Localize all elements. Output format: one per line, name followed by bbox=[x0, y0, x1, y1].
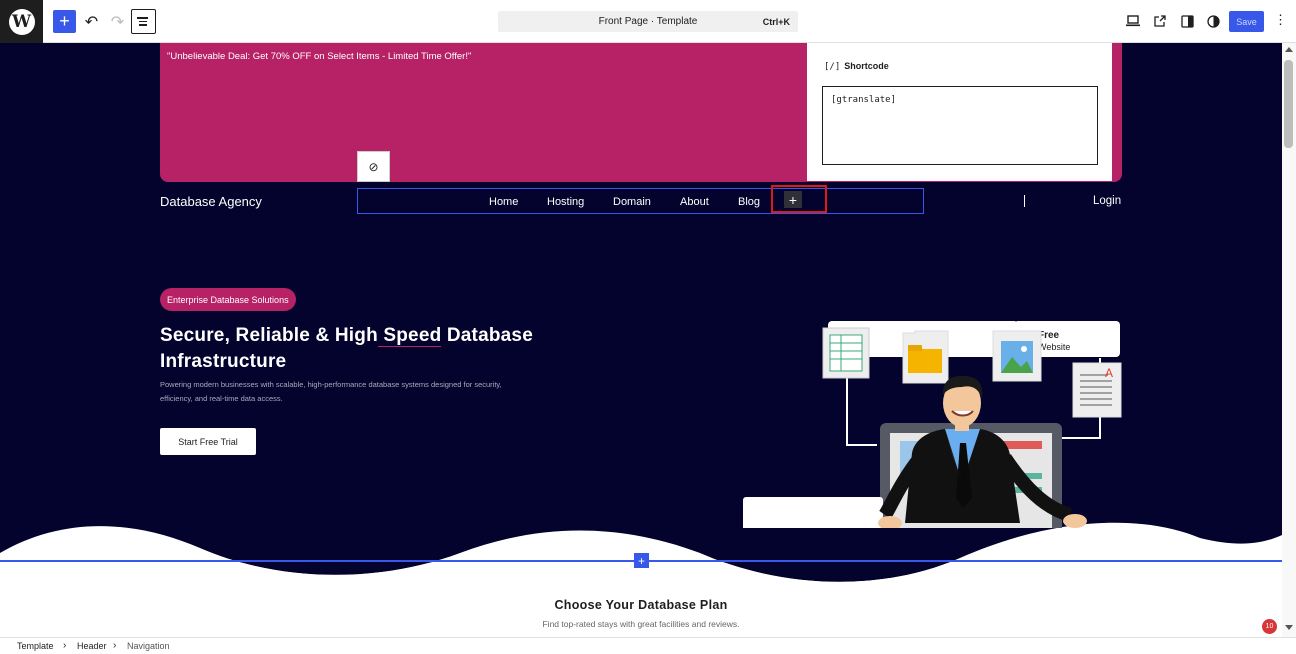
nav-item-home[interactable]: Home bbox=[489, 196, 518, 208]
shortcode-block[interactable]: [/] Shortcode [gtranslate] bbox=[807, 43, 1112, 181]
redo-icon: ↷ bbox=[110, 13, 125, 31]
navigation-block-toolbar-button[interactable]: ⊘ bbox=[357, 151, 390, 182]
list-view-icon-line bbox=[139, 20, 147, 23]
shortcode-icon: [/] bbox=[824, 62, 841, 72]
editor-toolbar: W + ↶ ↷ Front Page · Template Ctrl+K Sav… bbox=[0, 0, 1296, 43]
editor-canvas: "Unbelievable Deal: Get 70% OFF on Selec… bbox=[0, 43, 1282, 637]
add-block-between-button[interactable]: + bbox=[634, 553, 649, 568]
chevron-right-icon: › bbox=[63, 640, 67, 651]
hero-paragraph[interactable]: Powering modern businesses with scalable… bbox=[160, 378, 505, 406]
list-view-icon bbox=[137, 17, 148, 19]
plus-icon: + bbox=[788, 191, 798, 208]
compass-icon: ⊘ bbox=[368, 159, 379, 174]
navigation-block[interactable]: Home Hosting Domain About Blog bbox=[357, 188, 924, 214]
nav-item-blog[interactable]: Blog bbox=[738, 196, 760, 208]
breadcrumb-header[interactable]: Header bbox=[77, 641, 107, 651]
wordpress-icon: W bbox=[8, 8, 35, 35]
block-breadcrumb: Template › Header › Navigation bbox=[0, 637, 1296, 654]
laptop-icon bbox=[1126, 15, 1140, 27]
add-nav-item-button[interactable]: + bbox=[784, 191, 802, 208]
keyboard-shortcut: Ctrl+K bbox=[762, 16, 790, 27]
promo-banner[interactable]: "Unbelievable Deal: Get 70% OFF on Selec… bbox=[160, 43, 1122, 182]
undo-icon: ↶ bbox=[84, 13, 99, 31]
plans-heading[interactable]: Choose Your Database Plan bbox=[0, 598, 1282, 612]
nav-item-about[interactable]: About bbox=[680, 196, 709, 208]
hero-badge[interactable]: Enterprise Database Solutions bbox=[160, 288, 296, 311]
external-link-button[interactable] bbox=[1151, 12, 1169, 30]
settings-sidebar-button[interactable] bbox=[1178, 12, 1196, 30]
scroll-down-arrow[interactable] bbox=[1285, 625, 1293, 630]
svg-text:A: A bbox=[1105, 366, 1113, 380]
headline-text: Secure, Reliable & High bbox=[160, 325, 378, 346]
shortcode-label: [/] Shortcode bbox=[824, 61, 889, 72]
promo-text[interactable]: "Unbelievable Deal: Get 70% OFF on Selec… bbox=[167, 51, 471, 62]
nav-item-hosting[interactable]: Hosting bbox=[547, 196, 584, 208]
options-menu-button[interactable]: ⋮ bbox=[1274, 12, 1287, 30]
breadcrumb-navigation: Navigation bbox=[127, 641, 170, 651]
redo-button[interactable]: ↷ bbox=[106, 10, 129, 33]
hero-headline[interactable]: Secure, Reliable & High Speed Database I… bbox=[160, 323, 560, 375]
scroll-up-arrow[interactable] bbox=[1285, 47, 1293, 52]
shortcode-label-text: Shortcode bbox=[844, 61, 889, 71]
headline-highlight: Speed bbox=[377, 325, 442, 347]
document-title: Front Page · Template bbox=[598, 16, 698, 27]
login-link[interactable]: Login bbox=[1093, 195, 1121, 207]
document-overview-button[interactable] bbox=[131, 9, 156, 34]
canvas-scrollbar[interactable] bbox=[1282, 43, 1296, 637]
site-title[interactable]: Database Agency bbox=[160, 194, 262, 209]
save-button[interactable]: Save bbox=[1229, 11, 1264, 32]
styles-button[interactable] bbox=[1204, 12, 1222, 30]
add-nav-item-highlight: + bbox=[771, 185, 827, 213]
text-cursor bbox=[1024, 195, 1025, 207]
contrast-icon bbox=[1206, 14, 1220, 28]
shortcode-textarea[interactable]: [gtranslate] bbox=[822, 86, 1098, 165]
scrollbar-thumb[interactable] bbox=[1284, 60, 1293, 148]
block-inserter-button[interactable]: + bbox=[53, 10, 76, 33]
list-view-icon-line bbox=[139, 24, 147, 26]
more-vertical-icon: ⋮ bbox=[1274, 12, 1287, 27]
sidebar-icon bbox=[1180, 14, 1194, 28]
undo-button[interactable]: ↶ bbox=[80, 10, 103, 33]
headline-text: Infrastructure bbox=[160, 351, 287, 372]
wordpress-logo-button[interactable]: W bbox=[0, 0, 43, 43]
external-icon bbox=[1154, 15, 1166, 27]
headline-text: Database bbox=[441, 325, 533, 346]
hero-illustration[interactable]: Free Website A bbox=[740, 283, 1130, 528]
chevron-right-icon: › bbox=[113, 640, 117, 651]
preview-desktop-button[interactable] bbox=[1124, 12, 1142, 30]
plus-icon: + bbox=[59, 11, 70, 31]
nav-item-domain[interactable]: Domain bbox=[613, 196, 651, 208]
command-palette-button[interactable]: Front Page · Template Ctrl+K bbox=[498, 11, 798, 32]
breadcrumb-template[interactable]: Template bbox=[17, 641, 54, 651]
illustration-card-text: Website bbox=[1038, 342, 1070, 352]
plus-icon: + bbox=[637, 553, 645, 568]
plans-subheading[interactable]: Find top-rated stays with great faciliti… bbox=[0, 619, 1282, 629]
notification-badge[interactable]: 10 bbox=[1262, 619, 1277, 634]
start-free-trial-button[interactable]: Start Free Trial bbox=[160, 428, 256, 455]
